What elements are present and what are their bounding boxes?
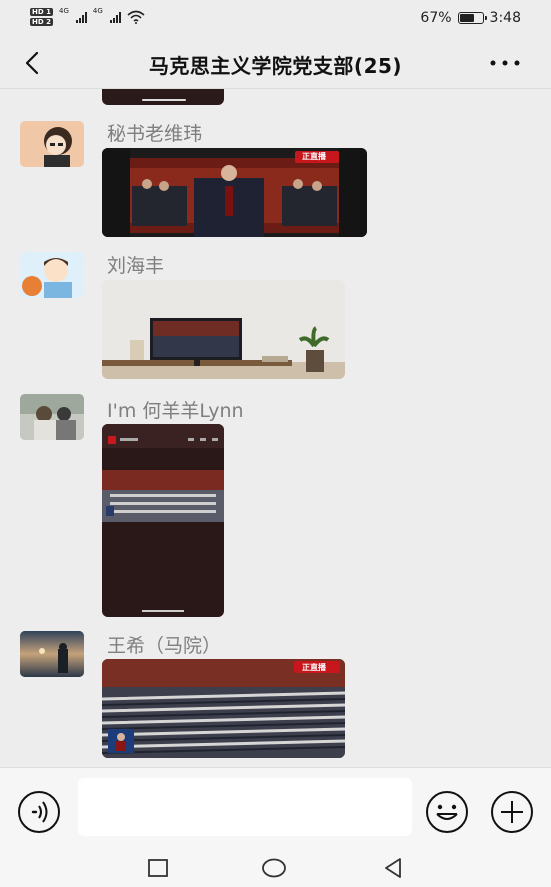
- battery-level: [459, 14, 474, 22]
- live-badge: 正直播: [302, 663, 326, 672]
- sender-name: 刘海丰: [107, 255, 165, 277]
- status-indicators: HD 1 HD 2 4G 4G: [30, 8, 145, 26]
- sender-name: I'm 何羊羊Lynn: [107, 400, 244, 422]
- signal-icon: [109, 11, 121, 23]
- message-input[interactable]: [78, 778, 412, 836]
- status-bar: HD 1 HD 2 4G 4G 67% 3:48: [0, 0, 551, 38]
- input-bar: [0, 767, 551, 850]
- square-recent-icon[interactable]: [145, 855, 171, 881]
- image-message[interactable]: [102, 280, 345, 379]
- battery-percent: 67%: [420, 10, 452, 26]
- sender-name: 王希（马院）: [107, 635, 222, 657]
- avatar[interactable]: [20, 631, 84, 677]
- wifi-icon: [127, 10, 145, 24]
- screenshot-message[interactable]: [102, 424, 224, 617]
- clock: 3:48: [489, 10, 521, 26]
- image-message[interactable]: 正直播: [102, 659, 345, 758]
- chat-title: 马克思主义学院党支部(25): [148, 54, 403, 78]
- system-nav-bar: [0, 849, 551, 887]
- more-dots-icon[interactable]: [487, 50, 523, 76]
- triangle-back-icon[interactable]: [380, 855, 406, 881]
- image-message[interactable]: 正直播: [102, 148, 367, 237]
- avatar[interactable]: [20, 394, 84, 440]
- circle-home-icon[interactable]: [261, 855, 287, 881]
- hd-badge-1: HD 1: [30, 8, 53, 16]
- live-badge: 正直播: [302, 152, 326, 161]
- battery-icon: [457, 12, 487, 24]
- voice-icon[interactable]: [17, 790, 61, 834]
- plus-icon[interactable]: [490, 790, 534, 834]
- signal-icon: [75, 11, 87, 23]
- avatar[interactable]: [20, 252, 84, 298]
- avatar[interactable]: [20, 121, 84, 167]
- video-thumbnail[interactable]: [102, 89, 224, 105]
- emoji-icon[interactable]: [425, 790, 469, 834]
- status-right: 67% 3:48: [420, 10, 521, 26]
- network-type-1: 4G: [58, 7, 69, 15]
- chat-header: 马克思主义学院党支部(25): [0, 38, 551, 89]
- hd-badge-2: HD 2: [30, 18, 53, 26]
- message-list[interactable]: 秘书老维玮 正直播 刘海丰 I'm 何羊羊Lynn 王希（马院） 正直播: [0, 89, 551, 767]
- sender-name: 秘书老维玮: [107, 123, 203, 145]
- network-type-2: 4G: [92, 7, 103, 15]
